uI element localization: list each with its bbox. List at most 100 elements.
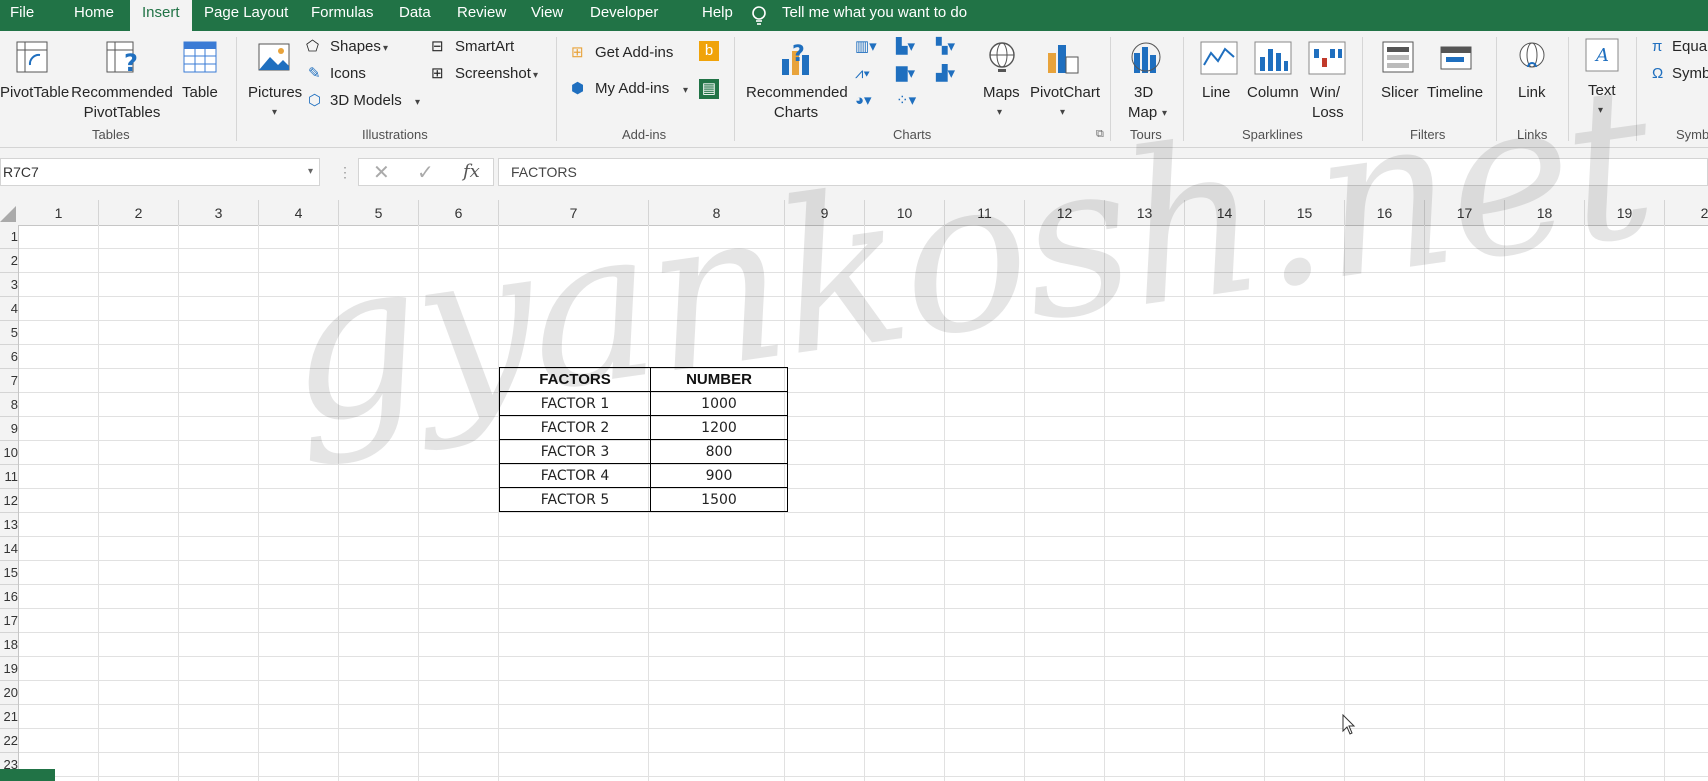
row-header[interactable]: 2 xyxy=(0,249,18,273)
row-header[interactable]: 1 xyxy=(0,225,18,249)
formula-input[interactable]: FACTORS xyxy=(498,158,1708,186)
combo-chart-icon[interactable]: ▟▾ xyxy=(936,64,955,84)
cell-factor[interactable]: FACTOR 1 xyxy=(499,391,651,416)
row-header[interactable]: 8 xyxy=(0,393,18,417)
column-header[interactable]: 16 xyxy=(1345,200,1425,225)
menu-formulas[interactable]: Formulas xyxy=(311,0,374,31)
row-header[interactable]: 16 xyxy=(0,585,18,609)
cell-factor[interactable]: FACTOR 5 xyxy=(499,487,651,512)
equation-button[interactable]: Equa xyxy=(1672,37,1707,57)
pivot-table-button[interactable]: PivotTable xyxy=(0,83,69,103)
row-header[interactable]: 9 xyxy=(0,417,18,441)
row-header[interactable]: 13 xyxy=(0,513,18,537)
chevron-down-icon[interactable]: ▾ xyxy=(308,159,313,185)
column-header[interactable]: 17 xyxy=(1425,200,1505,225)
column-header[interactable]: 9 xyxy=(785,200,865,225)
cell-number[interactable]: 1000 xyxy=(650,391,788,416)
statistic-chart-icon[interactable]: ▇▾ xyxy=(896,64,915,84)
line-chart-icon[interactable]: ⩘▾ xyxy=(855,64,870,84)
row-header[interactable]: 3 xyxy=(0,273,18,297)
column-header[interactable]: 12 xyxy=(1025,200,1105,225)
text-button[interactable]: Text xyxy=(1588,81,1616,101)
dialog-launcher-icon[interactable]: ⧉ xyxy=(1096,124,1104,144)
menu-insert[interactable]: Insert xyxy=(130,0,192,31)
3d-models-button[interactable]: 3D Models xyxy=(330,91,402,111)
column-header[interactable]: 6 xyxy=(419,200,499,225)
menu-review[interactable]: Review xyxy=(457,0,506,31)
cell-factor[interactable]: FACTOR 3 xyxy=(499,439,651,464)
hierarchy-chart-icon[interactable]: ▙▾ xyxy=(896,37,915,57)
menu-page-layout[interactable]: Page Layout xyxy=(204,0,288,31)
pictures-button[interactable]: Pictures xyxy=(248,83,302,103)
column-header[interactable]: 10 xyxy=(865,200,945,225)
header-number[interactable]: NUMBER xyxy=(650,367,788,392)
header-factors[interactable]: FACTORS xyxy=(499,367,651,392)
cell-number[interactable]: 900 xyxy=(650,463,788,488)
column-header[interactable]: 5 xyxy=(339,200,419,225)
menu-home[interactable]: Home xyxy=(74,0,114,31)
sheet-tab[interactable] xyxy=(0,769,55,781)
worksheet-grid[interactable] xyxy=(19,225,1708,781)
column-header[interactable]: 19 xyxy=(1585,200,1665,225)
menu-view[interactable]: View xyxy=(531,0,563,31)
icons-button[interactable]: Icons xyxy=(330,64,366,84)
menu-data[interactable]: Data xyxy=(399,0,431,31)
get-addins-button[interactable]: Get Add-ins xyxy=(595,43,673,63)
sparkline-line-button[interactable]: Line xyxy=(1202,83,1230,103)
name-box[interactable]: R7C7 ▾ xyxy=(0,158,320,186)
menu-file[interactable]: File xyxy=(10,0,34,31)
row-header[interactable]: 21 xyxy=(0,705,18,729)
sparkline-column-button[interactable]: Column xyxy=(1247,83,1299,103)
link-button[interactable]: Link xyxy=(1518,83,1546,103)
column-header[interactable]: 4 xyxy=(259,200,339,225)
cancel-icon[interactable]: ✕ xyxy=(373,160,390,185)
cell-number[interactable]: 800 xyxy=(650,439,788,464)
cell-number[interactable]: 1500 xyxy=(650,487,788,512)
smartart-button[interactable]: SmartArt xyxy=(455,37,514,57)
row-header[interactable]: 18 xyxy=(0,633,18,657)
more-options-icon[interactable]: ⋮ xyxy=(338,164,352,181)
select-all-icon[interactable] xyxy=(0,206,16,222)
3d-map-line2[interactable]: Map xyxy=(1128,103,1157,123)
3d-map-line1[interactable]: 3D xyxy=(1134,83,1153,103)
cell-factor[interactable]: FACTOR 2 xyxy=(499,415,651,440)
screenshot-button[interactable]: Screenshot xyxy=(455,64,531,84)
tell-me-search[interactable]: Tell me what you want to do xyxy=(782,0,967,31)
cell-factor[interactable]: FACTOR 4 xyxy=(499,463,651,488)
row-header[interactable]: 5 xyxy=(0,321,18,345)
timeline-button[interactable]: Timeline xyxy=(1427,83,1483,103)
pie-chart-icon[interactable]: ◕▾ xyxy=(855,91,872,111)
sparkline-winloss-line2[interactable]: Loss xyxy=(1312,103,1344,123)
column-header[interactable]: 15 xyxy=(1265,200,1345,225)
sparkline-winloss-line1[interactable]: Win/ xyxy=(1310,83,1340,103)
row-header[interactable]: 14 xyxy=(0,537,18,561)
menu-help[interactable]: Help xyxy=(702,0,733,31)
maps-button[interactable]: Maps xyxy=(983,83,1020,103)
row-header[interactable]: 15 xyxy=(0,561,18,585)
column-header[interactable]: 2 xyxy=(1665,200,1708,225)
symbol-button[interactable]: Symb xyxy=(1672,64,1708,84)
column-header[interactable]: 8 xyxy=(649,200,785,225)
row-header[interactable]: 10 xyxy=(0,441,18,465)
column-header[interactable]: 3 xyxy=(179,200,259,225)
row-header[interactable]: 11 xyxy=(0,465,18,489)
pivot-chart-button[interactable]: PivotChart xyxy=(1030,83,1100,103)
row-header[interactable]: 22 xyxy=(0,729,18,753)
table-button[interactable]: Table xyxy=(182,83,218,103)
column-header[interactable]: 11 xyxy=(945,200,1025,225)
column-header[interactable]: 13 xyxy=(1105,200,1185,225)
row-header[interactable]: 12 xyxy=(0,489,18,513)
column-header[interactable]: 7 xyxy=(499,200,649,225)
column-chart-icon[interactable]: ▥▾ xyxy=(855,37,877,57)
recommended-charts-line2[interactable]: Charts xyxy=(746,103,846,123)
scatter-chart-icon[interactable]: ⁘▾ xyxy=(896,91,916,111)
row-header[interactable]: 17 xyxy=(0,609,18,633)
row-header[interactable]: 6 xyxy=(0,345,18,369)
row-header[interactable]: 20 xyxy=(0,681,18,705)
enter-icon[interactable]: ✓ xyxy=(417,160,434,185)
row-header[interactable]: 19 xyxy=(0,657,18,681)
slicer-button[interactable]: Slicer xyxy=(1381,83,1419,103)
menu-developer[interactable]: Developer xyxy=(590,0,658,31)
shapes-button[interactable]: Shapes xyxy=(330,37,381,57)
column-header[interactable]: 14 xyxy=(1185,200,1265,225)
